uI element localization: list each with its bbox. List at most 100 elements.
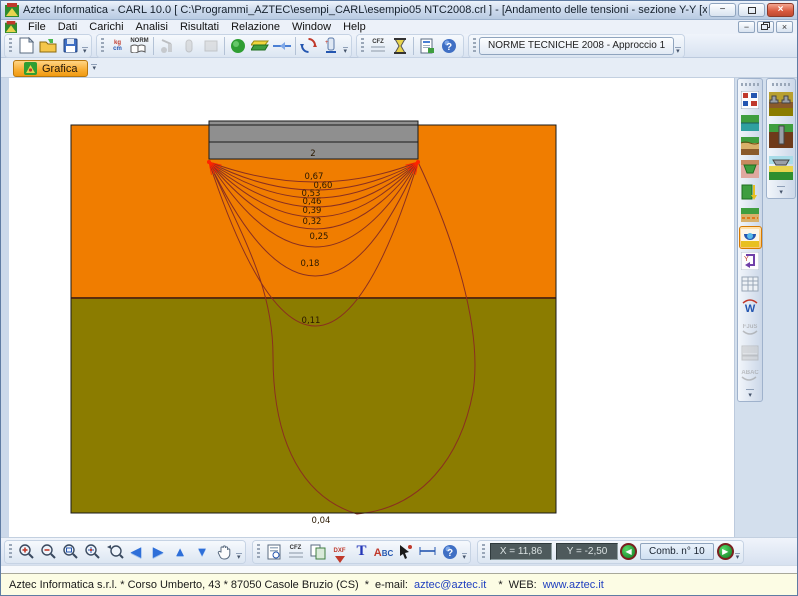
fondazione-nastro-button[interactable]: [768, 91, 794, 117]
select-entity-button[interactable]: [395, 542, 417, 562]
toolbox-grip[interactable]: [741, 83, 759, 86]
copy-image-button[interactable]: [307, 542, 329, 562]
carichi-view-button[interactable]: [740, 181, 761, 202]
email-link[interactable]: aztec@aztec.it: [414, 579, 486, 591]
drawing-canvas[interactable]: 20,670,600,530,460,390,320,250,180,110,0…: [9, 78, 735, 537]
stress-bulb-icon: [741, 229, 759, 247]
falda-button[interactable]: +: [320, 36, 342, 56]
toolbar-overflow-chevron[interactable]: ▾: [735, 553, 741, 563]
toolbar-overflow-chevron[interactable]: ▾: [462, 553, 468, 563]
toolbar-grip[interactable]: [9, 38, 12, 54]
status-bar: Aztec Informatica s.r.l. * Corso Umberto…: [1, 573, 797, 595]
menu-risultati[interactable]: Risultati: [174, 21, 225, 33]
dati-generali-button[interactable]: [740, 89, 761, 110]
normative-button[interactable]: NORM: [129, 36, 151, 56]
pan-left-button[interactable]: ◀: [125, 542, 147, 562]
fondazione-platea-button[interactable]: [768, 155, 794, 181]
export-dxf-button[interactable]: DXF: [329, 542, 351, 562]
next-combination-button[interactable]: ▶: [717, 543, 734, 560]
toolbar-grip[interactable]: [101, 38, 104, 54]
menu-relazione[interactable]: Relazione: [225, 21, 286, 33]
pan-hand-button[interactable]: [213, 542, 235, 562]
toolbox-overflow-chevron[interactable]: ▾: [746, 389, 754, 399]
close-button[interactable]: ×: [767, 3, 794, 17]
svg-text:0,25: 0,25: [310, 232, 329, 242]
svg-text:0,04: 0,04: [312, 516, 331, 526]
pan-up-button[interactable]: ▲: [169, 542, 191, 562]
mdi-restore-button[interactable]: [757, 21, 774, 33]
toolbar-overflow-chevron[interactable]: ▾: [236, 553, 242, 563]
svg-text:0,32: 0,32: [303, 217, 322, 227]
svg-text:0,11: 0,11: [302, 316, 321, 326]
menu-help[interactable]: Help: [337, 21, 372, 33]
mdi-minimize-button[interactable]: −: [738, 21, 755, 33]
menu-file[interactable]: File: [22, 21, 52, 33]
toolbox-grip[interactable]: [772, 83, 790, 86]
zoom-window-button[interactable]: [59, 542, 81, 562]
new-file-button[interactable]: [15, 36, 37, 56]
menu-window[interactable]: Window: [286, 21, 337, 33]
zoom-out-button[interactable]: [37, 542, 59, 562]
toolbar-grip[interactable]: [9, 544, 12, 560]
profilo-terreno-button[interactable]: [740, 135, 761, 156]
toolbar-overflow-chevron[interactable]: ▾: [343, 47, 349, 57]
stratigrafia-view-button[interactable]: [740, 112, 761, 133]
add-text-button[interactable]: T: [351, 542, 373, 562]
terreno-button[interactable]: [227, 36, 249, 56]
open-file-button[interactable]: [37, 36, 59, 56]
sezioni-button[interactable]: [740, 204, 761, 225]
toolbar-grip[interactable]: [482, 544, 485, 560]
previous-combination-button[interactable]: ◀: [620, 543, 637, 560]
sezione-y-button[interactable]: Y: [740, 250, 761, 271]
bottom-toolbar: ◀ ▶ ▲ ▼ ▾ CFZ DXF T ABC ? ▾ X = 11,86 Y …: [1, 537, 797, 565]
fondazione-palo-button[interactable]: [768, 123, 794, 149]
cfz-export-button[interactable]: CFZ: [285, 542, 307, 562]
mdi-close-button[interactable]: ×: [776, 21, 793, 33]
menu-carichi[interactable]: Carichi: [83, 21, 129, 33]
tabella-risultati-button[interactable]: [740, 273, 761, 294]
capsule-icon: [182, 39, 196, 53]
relazione-button[interactable]: [416, 36, 438, 56]
document-logo-icon: [5, 21, 17, 33]
new-document-icon: [19, 37, 34, 54]
save-file-button[interactable]: [59, 36, 81, 56]
font-button[interactable]: ABC: [373, 542, 395, 562]
pan-right-button[interactable]: ▶: [147, 542, 169, 562]
tensioni-view-button-selected[interactable]: [740, 227, 761, 248]
cfz-options-button[interactable]: CFZ: [367, 36, 389, 56]
toolbar-overflow-chevron[interactable]: ▾: [82, 47, 88, 57]
pan-down-button[interactable]: ▼: [191, 542, 213, 562]
toolbar-grip[interactable]: [257, 544, 260, 560]
units-button[interactable]: kgcm: [107, 36, 129, 56]
toolbar-grip[interactable]: [473, 38, 476, 54]
maximize-button[interactable]: [738, 3, 765, 17]
tab-overflow-chevron[interactable]: ▾: [91, 64, 97, 74]
coords-combination-group: X = 11,86 Y = -2,50 ◀ Comb. n° 10 ▶ ▾: [478, 541, 743, 563]
print-preview-button[interactable]: [263, 542, 285, 562]
run-analysis-button[interactable]: [389, 36, 411, 56]
norme-tecniche-button[interactable]: NORME TECNICHE 2008 - Approccio 1: [479, 37, 674, 55]
scavo-button[interactable]: [740, 158, 761, 179]
toolbar-grip[interactable]: [361, 38, 364, 54]
stratigrafia-button[interactable]: [249, 36, 271, 56]
toolbar-overflow-chevron[interactable]: ▾: [675, 47, 681, 57]
measure-button[interactable]: [417, 542, 439, 562]
export-word-button[interactable]: W: [740, 296, 761, 317]
zoom-previous-button[interactable]: [103, 542, 125, 562]
table-icon: [741, 275, 759, 293]
zoom-extents-button[interactable]: [81, 542, 103, 562]
combinazioni-button[interactable]: [298, 36, 320, 56]
svg-text:0,18: 0,18: [301, 259, 320, 269]
help-button[interactable]: ?: [438, 36, 460, 56]
zoom-in-button[interactable]: [15, 542, 37, 562]
graphics-help-button[interactable]: ?: [439, 542, 461, 562]
minimize-button[interactable]: −: [709, 3, 736, 17]
menu-dati[interactable]: Dati: [52, 21, 84, 33]
sezione-button[interactable]: [271, 36, 293, 56]
web-link[interactable]: www.aztec.it: [543, 579, 604, 591]
toolbox-overflow-chevron[interactable]: ▾: [777, 186, 785, 196]
menu-analisi[interactable]: Analisi: [130, 21, 174, 33]
dump-grid-icon: [741, 344, 759, 362]
fjus-button-disabled: FJuS: [740, 319, 761, 340]
tab-grafica[interactable]: Grafica: [13, 60, 88, 77]
